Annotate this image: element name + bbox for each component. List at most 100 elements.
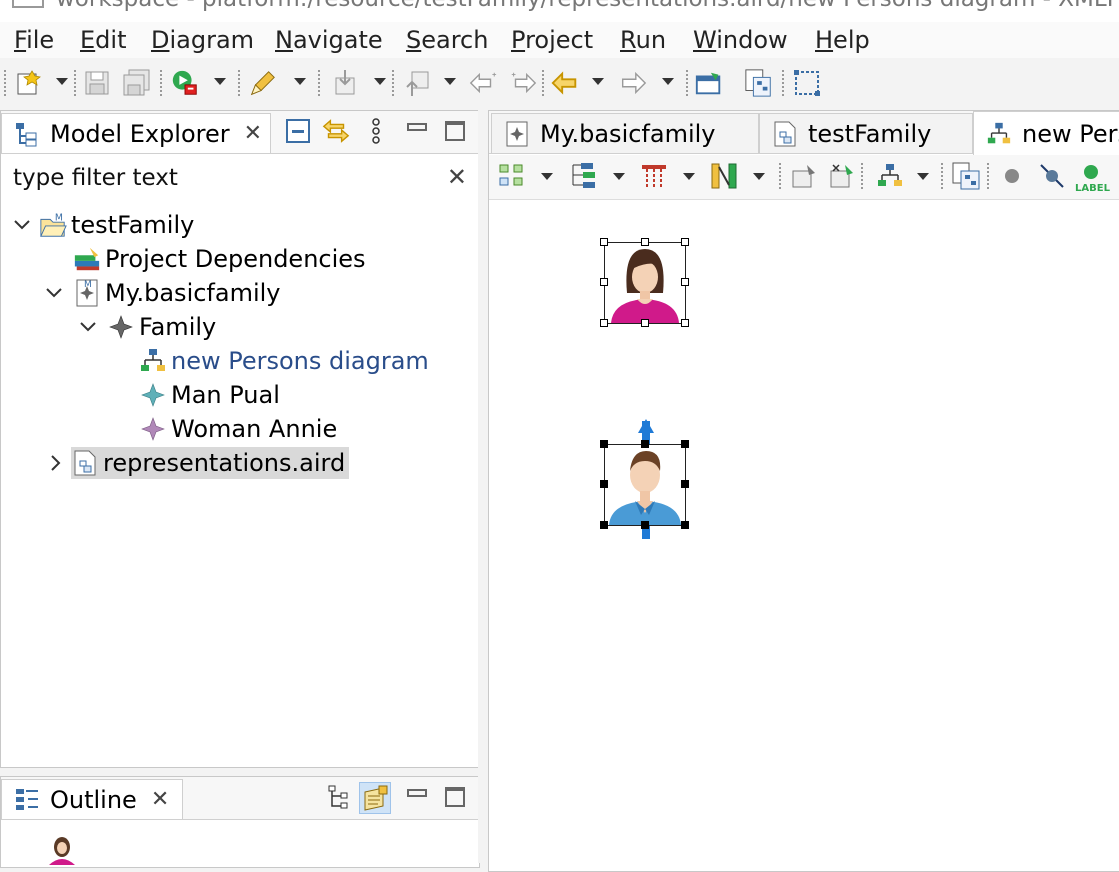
maximize-icon[interactable] (445, 787, 465, 807)
resize-handle[interactable] (600, 480, 608, 488)
resize-handle[interactable] (641, 238, 649, 246)
menu-run[interactable]: Run (620, 26, 666, 54)
resize-handle[interactable] (600, 278, 608, 286)
export-dropdown[interactable] (444, 78, 456, 85)
panel-sash[interactable] (478, 110, 488, 863)
representation-icon[interactable] (744, 68, 774, 98)
minimize-icon[interactable] (407, 123, 427, 131)
chevron-down-icon[interactable] (77, 316, 99, 338)
back-edit-icon[interactable] (468, 68, 498, 98)
outline-tree-icon[interactable] (323, 782, 353, 812)
selection-icon[interactable] (792, 68, 822, 98)
back-dropdown[interactable] (592, 78, 604, 85)
man-node[interactable] (604, 444, 686, 526)
menu-file[interactable]: File (14, 26, 54, 54)
resize-handle[interactable] (681, 278, 689, 286)
back-icon[interactable] (550, 68, 580, 98)
tree-item-representations-aird[interactable]: representations.aird (45, 447, 350, 479)
filters-icon[interactable] (709, 161, 739, 191)
import-dropdown[interactable] (374, 78, 386, 85)
tree-item-testfamily[interactable]: M testFamily (11, 209, 194, 241)
tree-item-woman-annie[interactable]: Woman Annie (139, 413, 337, 445)
tab-my-basicfamily[interactable]: My.basicfamily (491, 113, 759, 153)
layout-icon[interactable] (875, 161, 905, 191)
run-icon[interactable] (170, 68, 200, 98)
run-dropdown[interactable] (214, 78, 226, 85)
forward-dropdown[interactable] (662, 78, 674, 85)
new-icon[interactable] (14, 68, 44, 98)
pin-icon[interactable] (789, 161, 819, 191)
layers-dropdown[interactable] (683, 173, 695, 180)
resize-handle[interactable] (681, 480, 689, 488)
chevron-down-icon[interactable] (11, 214, 33, 236)
save-all-icon[interactable] (122, 68, 152, 98)
woman-node[interactable] (604, 242, 686, 324)
resize-handle[interactable] (600, 238, 608, 246)
open-perspective-icon[interactable] (694, 68, 724, 98)
resize-handle[interactable] (681, 319, 689, 327)
tab-outline[interactable]: Outline ✕ (1, 779, 183, 819)
outline-thumbnail-woman (45, 835, 79, 869)
editor-panel: My.basicfamily testFamily new Pers (488, 110, 1119, 872)
save-icon[interactable] (82, 68, 112, 98)
pen-dropdown[interactable] (294, 78, 306, 85)
clear-filter-icon[interactable]: ✕ (447, 163, 467, 191)
tree-item-project-dependencies[interactable]: Project Dependencies (73, 243, 366, 275)
maximize-icon[interactable] (445, 121, 465, 141)
close-icon[interactable]: ✕ (151, 787, 169, 812)
label-icon[interactable]: LABEL (1073, 163, 1113, 194)
tree-item-my-basicfamily[interactable]: M My.basicfamily (43, 277, 281, 309)
copy-format-icon[interactable] (951, 161, 981, 191)
tree-item-label: Man Pual (171, 381, 280, 409)
menu-help[interactable]: Help (815, 26, 870, 54)
toolbar-separator (4, 70, 6, 96)
resize-handle[interactable] (681, 238, 689, 246)
menu-window[interactable]: Window (693, 26, 788, 54)
select-icon[interactable] (569, 161, 599, 191)
menu-project[interactable]: Project (511, 26, 593, 54)
tree-item-man-pual[interactable]: Man Pual (139, 379, 280, 411)
view-menu-icon[interactable] (361, 116, 391, 146)
chevron-right-icon[interactable] (45, 452, 67, 474)
link-with-editor-icon[interactable] (321, 116, 351, 146)
export-icon[interactable] (402, 68, 432, 98)
import-icon[interactable] (330, 68, 360, 98)
forward-icon[interactable] (618, 68, 648, 98)
tab-testfamily[interactable]: testFamily (759, 113, 973, 153)
layers-icon[interactable] (639, 161, 669, 191)
select-dropdown[interactable] (613, 173, 625, 180)
edge-hide-icon[interactable] (1037, 161, 1067, 191)
arrange-dropdown[interactable] (541, 173, 553, 180)
resize-handle[interactable] (600, 319, 608, 327)
layout-dropdown[interactable] (917, 173, 929, 180)
resize-handle[interactable] (600, 521, 608, 529)
menu-edit[interactable]: Edit (80, 26, 126, 54)
chevron-down-icon[interactable] (43, 282, 65, 304)
resize-handle[interactable] (681, 440, 689, 448)
tab-model-explorer[interactable]: Model Explorer ✕ (1, 113, 271, 153)
tree-item-family[interactable]: Family (77, 311, 216, 343)
outline-overview-icon[interactable] (359, 782, 391, 814)
filter-input[interactable] (7, 161, 433, 195)
point-icon[interactable] (997, 161, 1027, 191)
resize-handle[interactable] (641, 521, 649, 529)
filters-dropdown[interactable] (753, 173, 765, 180)
diagram-canvas[interactable] (491, 201, 1119, 869)
pen-icon[interactable] (248, 68, 278, 98)
tab-new-persons-diagram[interactable]: new Pers (973, 111, 1119, 155)
menu-navigate[interactable]: Navigate (275, 26, 383, 54)
resize-handle[interactable] (600, 440, 608, 448)
resize-handle[interactable] (641, 440, 649, 448)
new-dropdown[interactable] (56, 78, 68, 85)
arrange-icon[interactable] (497, 161, 527, 191)
resize-handle[interactable] (641, 319, 649, 327)
resize-handle[interactable] (681, 521, 689, 529)
menu-search[interactable]: Search (406, 26, 488, 54)
menu-diagram[interactable]: Diagram (151, 26, 254, 54)
tree-item-new-persons-diagram[interactable]: new Persons diagram (139, 345, 429, 377)
minimize-icon[interactable] (407, 789, 427, 797)
close-icon[interactable]: ✕ (244, 121, 262, 146)
forward-edit-icon[interactable] (508, 68, 538, 98)
collapse-all-icon[interactable] (283, 116, 313, 146)
unpin-icon[interactable] (827, 161, 857, 191)
